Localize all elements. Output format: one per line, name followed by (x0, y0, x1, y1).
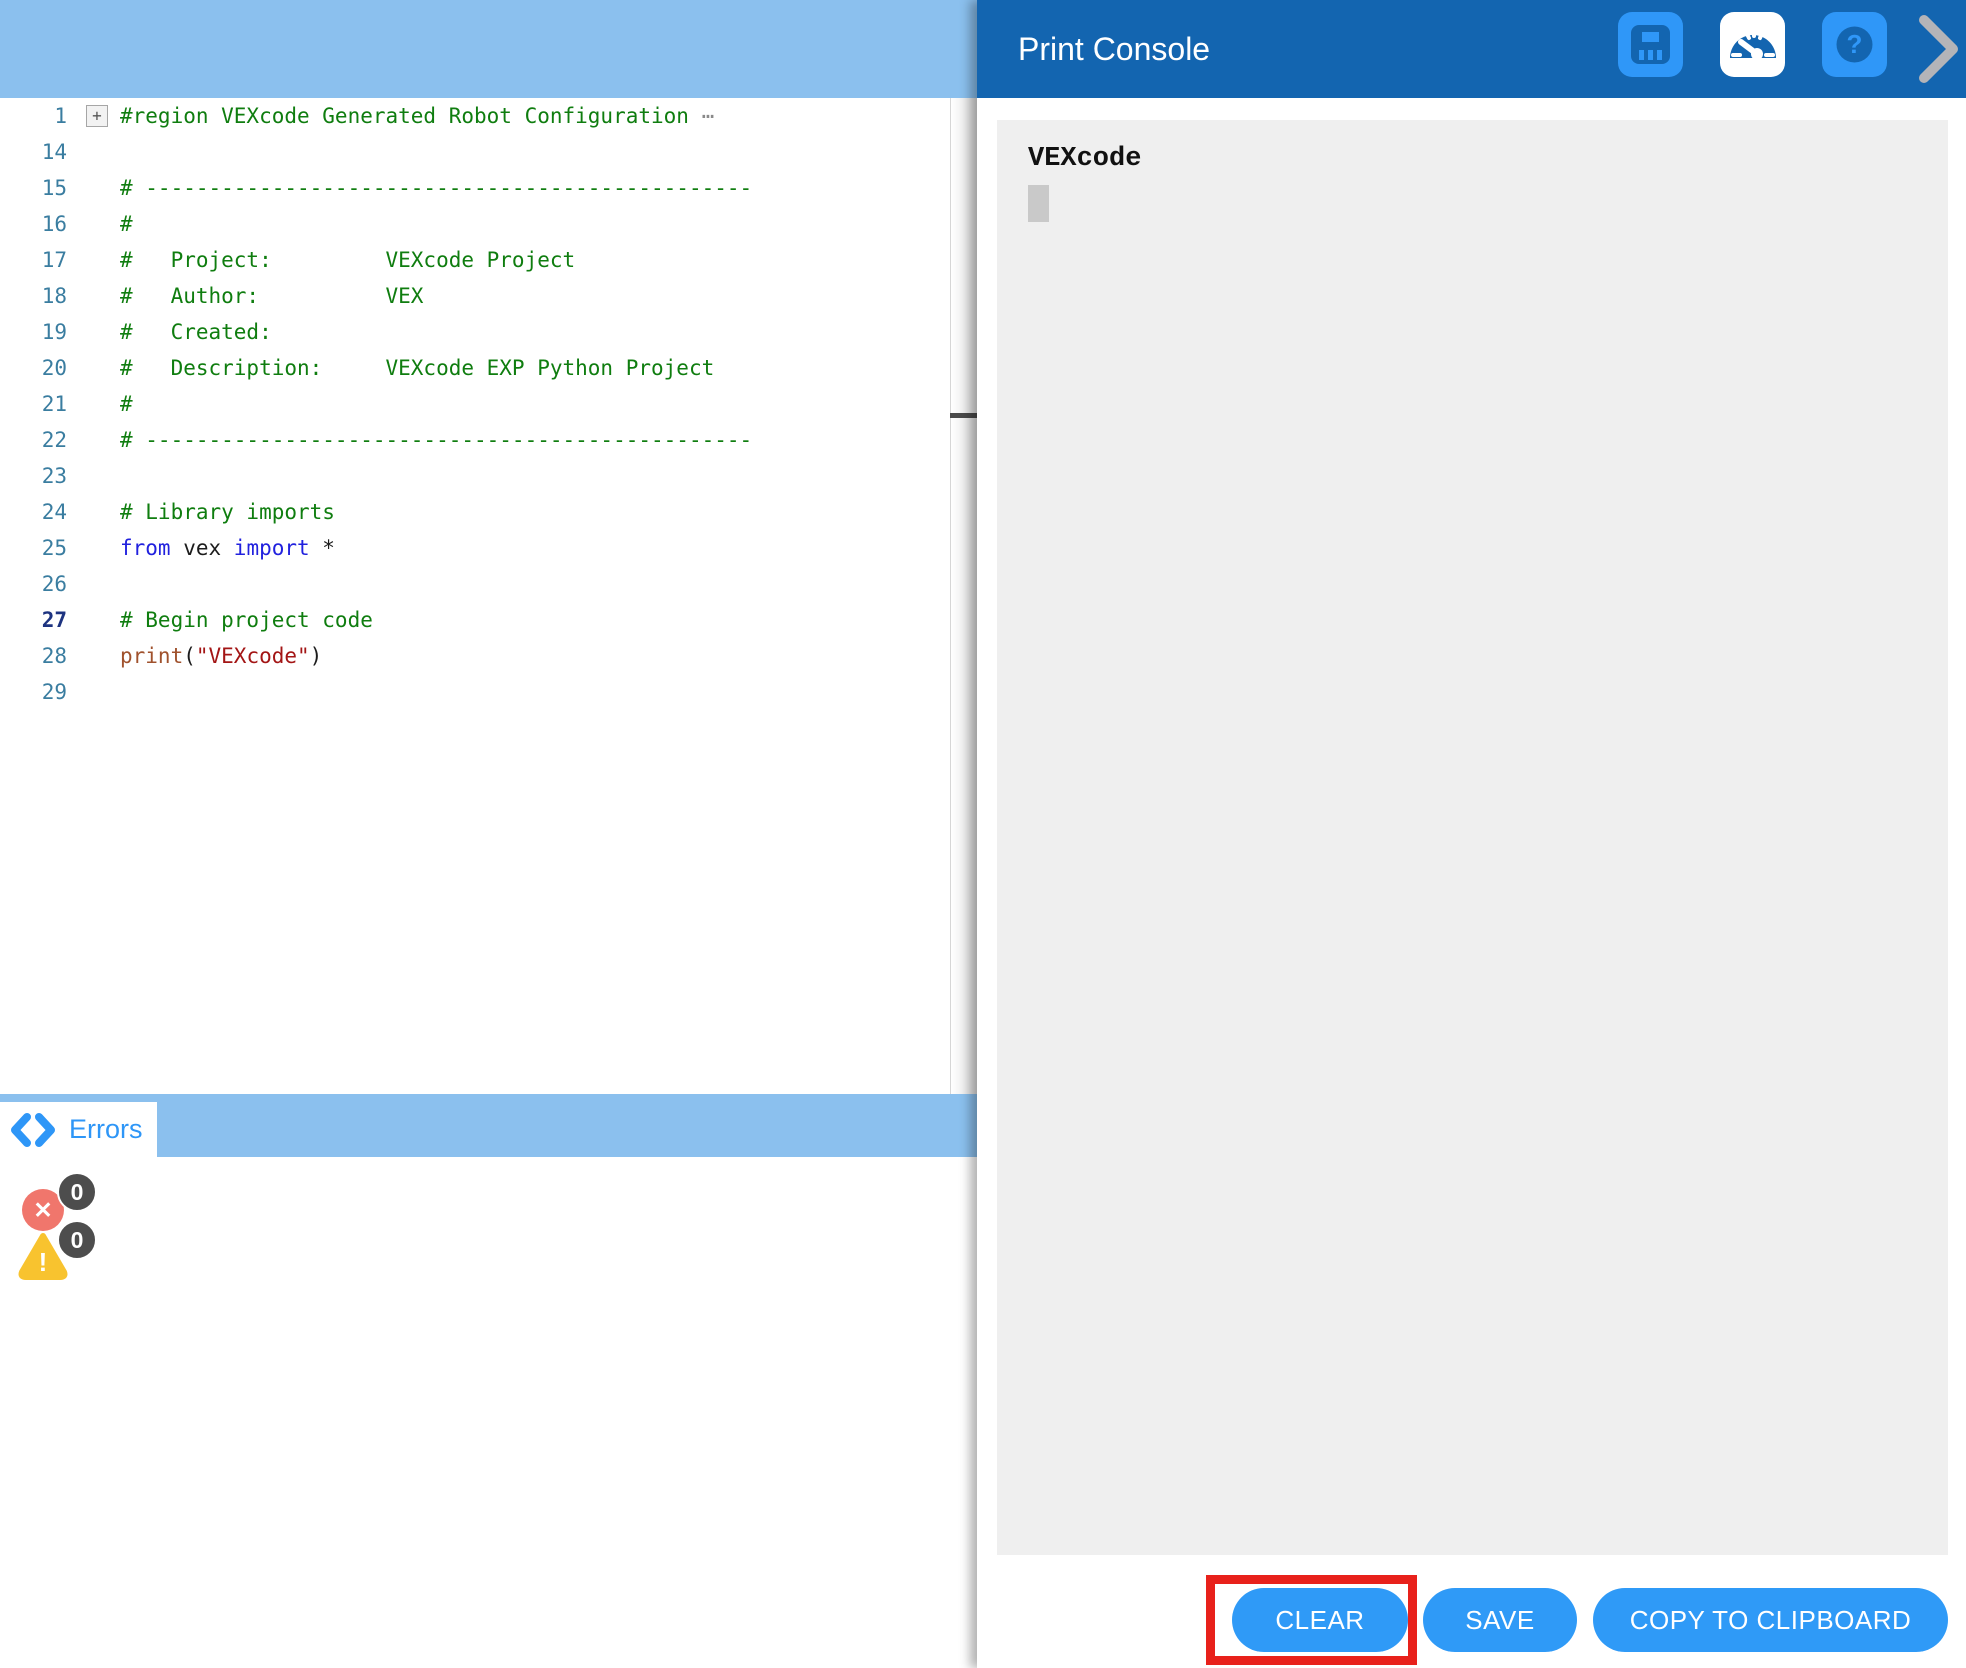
code-line[interactable]: 28 print("VEXcode") (0, 638, 950, 674)
code-line[interactable]: 29 (0, 674, 950, 710)
code-line[interactable]: 24 # Library imports (0, 494, 950, 530)
svg-text:?: ? (1847, 29, 1863, 59)
code-line[interactable]: 15 # ------------------------------------… (0, 170, 950, 206)
line-number: 23 (0, 458, 67, 494)
editor-scrollbar-thumb[interactable] (950, 413, 977, 418)
print-console-header: Print Console (977, 0, 1966, 98)
editor-toolbar (0, 0, 977, 98)
code-line[interactable]: 22 # ------------------------------------… (0, 422, 950, 458)
code-line[interactable]: 1 + #region VEXcode Generated Robot Config… (0, 98, 950, 134)
code-text: # (120, 386, 133, 422)
code-text: # Author: VEX (120, 278, 423, 314)
code-brackets-icon (10, 1112, 56, 1148)
collapse-panel-chevron-icon[interactable] (1915, 13, 1963, 85)
error-count-badge: 0 (57, 1172, 97, 1212)
line-number: 28 (0, 638, 67, 674)
code-line[interactable]: 14 (0, 134, 950, 170)
line-number: 18 (0, 278, 67, 314)
line-number: 27 (0, 602, 67, 638)
code-text: # Begin project code (120, 602, 373, 638)
code-text: # (120, 206, 133, 242)
code-line[interactable]: 16 # (0, 206, 950, 242)
code-text: from vex import * (120, 530, 335, 566)
code-text: # --------------------------------------… (120, 422, 752, 458)
help-glyph: ? (1822, 12, 1887, 77)
code-line[interactable]: 20 # Description: VEXcode EXP Python Proj… (0, 350, 950, 386)
line-number: 15 (0, 170, 67, 206)
svg-text:!: ! (39, 1247, 48, 1277)
code-text: # Created: (120, 314, 272, 350)
console-output-area[interactable]: VEXcode (997, 120, 1948, 1555)
code-line[interactable]: 23 (0, 458, 950, 494)
console-cursor (1028, 185, 1049, 222)
code-text: # --------------------------------------… (120, 170, 752, 206)
code-line[interactable]: 19 # Created: (0, 314, 950, 350)
code-text: #region VEXcode Generated Robot Configur… (120, 98, 714, 134)
brain-glyph (1618, 12, 1683, 77)
monitor-gauge-icon[interactable] (1720, 12, 1785, 77)
warning-count-badge: 0 (57, 1220, 97, 1260)
error-mark: ✕ (33, 1197, 52, 1224)
code-lines: 1 + #region VEXcode Generated Robot Config… (0, 98, 950, 710)
line-number: 16 (0, 206, 67, 242)
code-line[interactable]: 21 # (0, 386, 950, 422)
line-number: 26 (0, 566, 67, 602)
fold-expand-button[interactable]: + (86, 105, 108, 127)
console-output-text: VEXcode (1028, 144, 1141, 174)
line-number: 29 (0, 674, 67, 710)
print-console-panel: Print Console (977, 0, 1966, 1668)
line-number: 25 (0, 530, 67, 566)
line-number: 17 (0, 242, 67, 278)
code-text: # Library imports (120, 494, 335, 530)
help-icon[interactable]: ? (1822, 12, 1887, 77)
line-number: 21 (0, 386, 67, 422)
line-number: 24 (0, 494, 67, 530)
save-button[interactable]: SAVE (1423, 1588, 1577, 1652)
line-number: 14 (0, 134, 67, 170)
line-number: 22 (0, 422, 67, 458)
errors-tab[interactable]: Errors (0, 1102, 157, 1157)
copy-to-clipboard-button[interactable]: COPY TO CLIPBOARD (1593, 1588, 1948, 1652)
errors-tab-label: Errors (69, 1114, 143, 1145)
code-editor[interactable]: 1 + #region VEXcode Generated Robot Config… (0, 98, 977, 1094)
device-brain-icon[interactable] (1618, 12, 1683, 77)
code-text: # Project: VEXcode Project (120, 242, 575, 278)
code-text: # Description: VEXcode EXP Python Projec… (120, 350, 714, 386)
code-line[interactable]: 27 # Begin project code (0, 602, 950, 638)
code-text: print("VEXcode") (120, 638, 322, 674)
line-number: 20 (0, 350, 67, 386)
code-line[interactable]: 17 # Project: VEXcode Project (0, 242, 950, 278)
clear-button[interactable]: CLEAR (1232, 1588, 1408, 1652)
panel-title: Print Console (1018, 0, 1210, 98)
code-line[interactable]: 25 from vex import * (0, 530, 950, 566)
editor-scrollbar[interactable] (950, 98, 977, 1094)
code-line[interactable]: 26 (0, 566, 950, 602)
gauge-glyph (1720, 12, 1785, 77)
code-line[interactable]: 18 # Author: VEX (0, 278, 950, 314)
line-number: 19 (0, 314, 67, 350)
line-number: 1 (0, 98, 67, 134)
